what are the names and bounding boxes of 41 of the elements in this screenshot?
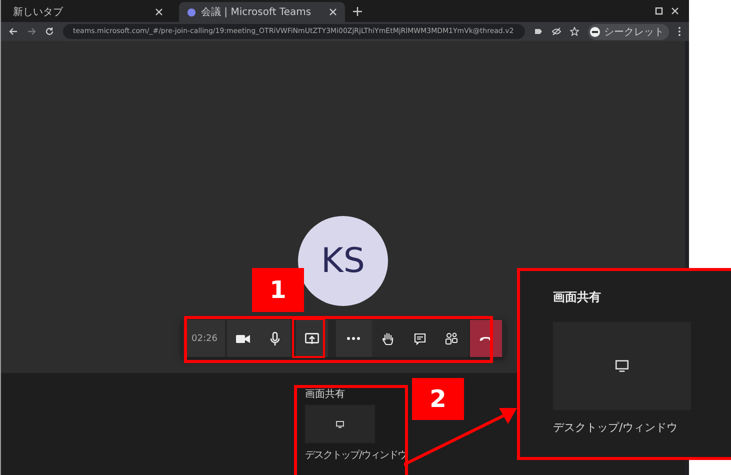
close-icon[interactable] (155, 8, 163, 16)
video-camera-icon (236, 334, 250, 344)
star-icon[interactable] (570, 27, 579, 36)
option-label: デスクトップ/ウィンドウ (553, 420, 679, 435)
panel-title: 画面共有 (305, 389, 346, 400)
close-icon[interactable] (671, 7, 679, 15)
eye-off-icon[interactable] (552, 27, 561, 36)
new-tab-icon[interactable] (353, 6, 362, 16)
more-icon (347, 337, 360, 340)
reload-icon[interactable] (45, 27, 54, 36)
people-icon (445, 332, 458, 346)
chat-icon (414, 332, 426, 345)
back-icon[interactable] (9, 27, 18, 36)
desktop-share-tile[interactable] (553, 322, 691, 410)
menu-icon[interactable] (678, 27, 681, 36)
profile-button[interactable]: シークレット (588, 24, 669, 40)
monitor-icon (615, 360, 629, 372)
incognito-icon (590, 26, 600, 37)
share-button[interactable] (296, 320, 328, 358)
phone-icon (478, 336, 492, 342)
restore-icon[interactable] (655, 7, 663, 15)
tag-icon[interactable] (534, 27, 543, 36)
panel-title: 画面共有 (553, 289, 602, 306)
people-button[interactable] (436, 320, 468, 358)
share-screen-icon (304, 332, 318, 345)
browser-tab[interactable]: 会議 | Microsoft Teams (179, 2, 345, 22)
camera-button[interactable] (226, 320, 258, 358)
callout-number: 1 (252, 268, 304, 312)
hangup-button[interactable] (470, 320, 502, 358)
browser-tab[interactable]: 新しいタブ (5, 2, 171, 22)
microphone-icon (270, 332, 280, 346)
desktop-share-tile[interactable] (305, 405, 375, 443)
mic-button[interactable] (258, 320, 290, 358)
raised-hand-icon (382, 332, 394, 346)
forward-icon[interactable] (27, 27, 36, 36)
monitor-icon (336, 420, 344, 428)
callout-number: 2 (412, 378, 464, 420)
avatar: KS (298, 216, 388, 306)
call-timer: 02:26 (184, 320, 224, 358)
close-icon[interactable] (329, 8, 337, 16)
hand-button[interactable] (372, 320, 404, 358)
